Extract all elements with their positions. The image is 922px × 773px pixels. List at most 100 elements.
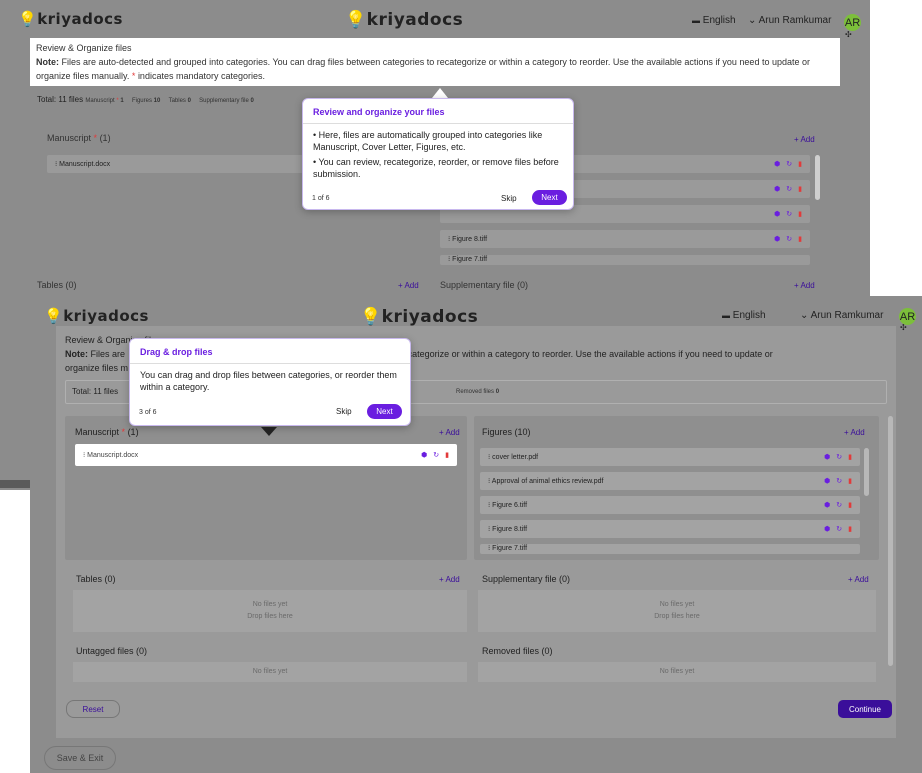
continue-button[interactable]: Continue [838,700,892,718]
back-tooltip-arrow [432,88,448,98]
tour-next-button[interactable]: Next [367,404,402,419]
refresh-icon: ↻ [786,211,793,218]
front-add-figures[interactable]: + Add [844,428,865,437]
front-add-tables[interactable]: + Add [439,575,460,584]
front-logo[interactable]: 💡kriyadocs [44,307,149,325]
back-header: 💡kriyadocs 💡kriyadocs ▬ English ⌄ Arun R… [0,0,870,39]
move-icon: ✣ [845,30,852,39]
front-removed-title: Removed files (0) [482,646,553,656]
front-logo-center: 💡kriyadocs [360,307,479,327]
chip-supplementary[interactable]: Supplementary file 0 [199,98,254,104]
trash-icon: ▮ [798,236,802,243]
back-note-text: Note: Files are auto-detected and groupe… [36,57,810,81]
tour-skip-button[interactable]: Skip [336,407,352,416]
back-add-figures[interactable]: + Add [794,135,815,144]
tag-icon: ⬢ [824,478,831,485]
refresh-icon: ↻ [786,236,793,243]
tour-bullet-2: • You can review, recategorize, reorder,… [313,157,559,179]
refresh-icon: ↻ [786,161,793,168]
bulb-icon: 💡 [360,307,382,327]
refresh-icon: ↻ [836,478,843,485]
trash-icon: ▮ [848,526,852,533]
front-figures-scrollbar[interactable] [864,448,869,496]
back-language-selector[interactable]: ▬ English [692,15,736,26]
refresh-icon: ↻ [836,454,843,461]
front-figure-3[interactable]: ⁝ Figure 6.tiff ⬢ ↻ ▮ [480,496,860,514]
front-file-manuscript[interactable]: ⁝ Manuscript.docx ⬢ ↻ ▮ [75,444,457,466]
back-scrollbar[interactable] [815,155,820,200]
tag-icon: ⬢ [824,454,831,461]
tag-icon: ⬢ [824,526,831,533]
trash-icon: ▮ [798,186,802,193]
back-window-edge [0,300,30,490]
back-window-edge-bottom [0,480,30,488]
tour-body: You can drag and drop files between cate… [140,370,397,392]
front-manuscript-panel: Manuscript * (1) + Add ⁝ Manuscript.docx… [65,416,467,560]
tour-bullet-1: • Here, files are automatically grouped … [313,130,543,152]
front-tour-tooltip: Drag & drop files You can drag and drop … [129,338,411,426]
back-avatar[interactable]: AR [844,14,861,31]
front-supp-title: Supplementary file (0) [482,574,571,584]
chip-manuscript[interactable]: Manuscript * 1 [85,98,123,104]
front-supp-dropzone[interactable]: No files yet Drop files here [478,590,876,632]
trash-icon[interactable]: ▮ [445,451,449,459]
refresh-icon: ↻ [786,186,793,193]
back-user-menu[interactable]: ⌄ Arun Ramkumar [748,15,831,26]
move-icon: ✣ [900,323,907,332]
tag-icon: ⬢ [824,502,831,509]
tour-counter: 3 of 6 [139,409,157,416]
front-removed-dropzone[interactable]: No files yet [478,662,876,682]
back-window: 💡kriyadocs 💡kriyadocs ▬ English ⌄ Arun R… [0,0,870,300]
chevron-down-icon: ⌄ [748,15,757,26]
tag-icon[interactable]: ⬢ [421,451,427,459]
tag-icon: ⬢ [774,161,781,168]
trash-icon: ▮ [848,502,852,509]
front-add-supp[interactable]: + Add [848,575,869,584]
trash-icon: ▮ [848,478,852,485]
front-untagged-title: Untagged files (0) [76,646,148,656]
front-untagged-dropzone[interactable]: No files yet [73,662,467,682]
back-note-band: Review & Organize files Note: Files are … [30,38,840,86]
reset-button[interactable]: Reset [66,700,120,718]
front-manuscript-title: Manuscript * (1) [75,427,139,437]
front-tables-title: Tables (0) [76,574,116,584]
front-figure-5[interactable]: ⁝ Figure 7.tiff [480,544,860,554]
tour-next-button[interactable]: Next [532,190,567,205]
back-tables-title: Tables (0) [37,280,77,290]
back-figure-5[interactable]: ⁝ Figure 7.tiff [440,255,810,265]
chip-figures[interactable]: Figures 10 [132,98,160,104]
front-tooltip-arrow [261,427,277,436]
trash-icon: ▮ [798,211,802,218]
back-manuscript-title: Manuscript * (1) [47,133,111,143]
front-figure-4[interactable]: ⁝ Figure 8.tiff ⬢ ↻ ▮ [480,520,860,538]
refresh-icon[interactable]: ↻ [433,451,439,459]
save-exit-button[interactable]: Save & Exit [44,746,116,770]
bulb-icon: 💡 [44,307,64,325]
front-user-menu[interactable]: ⌄ Arun Ramkumar [800,310,883,321]
back-add-supp[interactable]: + Add [794,281,815,290]
chevron-down-icon: ⌄ [800,310,809,321]
chip-tables[interactable]: Tables 0 [169,98,191,104]
back-logo-center: 💡kriyadocs [345,10,464,30]
chip-removed[interactable]: Removed files 0 [456,389,499,395]
trash-icon: ▮ [798,161,802,168]
trash-icon: ▮ [848,454,852,461]
back-add-tables[interactable]: + Add [398,281,419,290]
back-logo[interactable]: 💡kriyadocs [18,10,123,28]
refresh-icon: ↻ [836,502,843,509]
back-tour-tooltip: Review and organize your files • Here, f… [302,98,574,210]
front-language-selector[interactable]: ▬ English [722,310,766,321]
back-note-heading: Review & Organize files [36,43,132,53]
tour-counter: 1 of 6 [312,195,330,202]
tour-skip-button[interactable]: Skip [501,194,517,203]
front-add-manuscript[interactable]: + Add [439,428,460,437]
back-figure-4[interactable]: ⁝ Figure 8.tiff ⬢ ↻ ▮ [440,230,810,248]
front-figures-panel: Figures (10) + Add ⁝ cover letter.pdf ⬢ ↻ ▮… [474,416,879,560]
front-tables-dropzone[interactable]: No files yet Drop files here [73,590,467,632]
front-figure-2[interactable]: ⁝ Approval of animal ethics review.pdf ⬢ ↻… [480,472,860,490]
front-main-scrollbar[interactable] [888,416,893,666]
tag-icon: ⬢ [774,236,781,243]
refresh-icon: ↻ [836,526,843,533]
tag-icon: ⬢ [774,186,781,193]
front-figure-1[interactable]: ⁝ cover letter.pdf ⬢ ↻ ▮ [480,448,860,466]
